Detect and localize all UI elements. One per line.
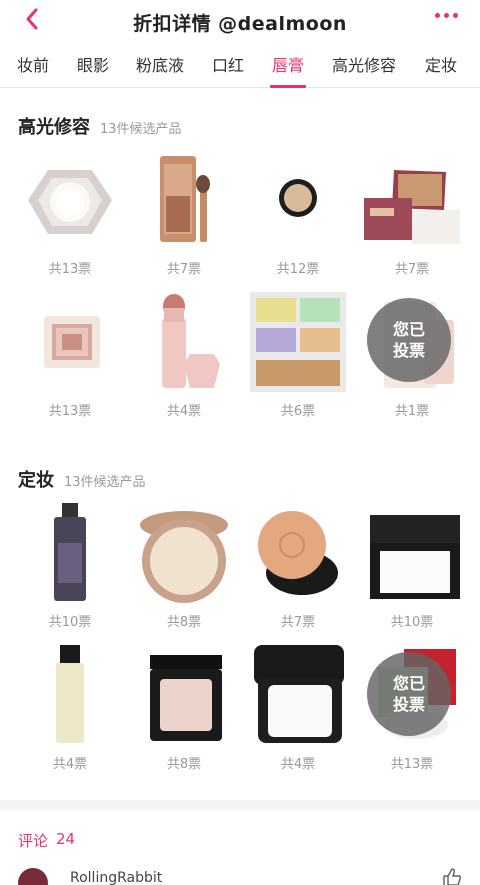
voted-badge: 您已投票 (367, 652, 451, 736)
vote-count: 共13票 (48, 262, 92, 277)
voted-badge-label: 您已投票 (392, 320, 425, 360)
product-card[interactable]: 共4票 (10, 645, 130, 775)
bobbi-compact-icon (136, 645, 232, 745)
vote-count: 共1票 (394, 404, 430, 419)
product-card[interactable]: 共8票 (124, 645, 244, 775)
thumbs-up-icon[interactable] (442, 868, 462, 885)
comments-label: 评论 (18, 832, 49, 850)
vote-count: 共12票 (276, 262, 320, 277)
mufe-compact-icon (250, 645, 346, 745)
product-card[interactable]: 共7票 (352, 150, 472, 280)
tab-eyeshadow[interactable]: 眼影 (77, 44, 109, 88)
product-card[interactable]: 共4票 (124, 292, 244, 422)
section-title: 高光修容 (18, 117, 90, 138)
voted-badge: 您已投票 (367, 298, 451, 382)
product-card[interactable]: 共7票 (238, 503, 358, 633)
vote-count: 共8票 (166, 615, 202, 630)
comments-count: 24 (56, 830, 76, 848)
product-card[interactable]: 共10票 (10, 503, 130, 633)
section-count: 13件候选产品 (64, 475, 146, 490)
tab-highlight-contour[interactable]: 高光修容 (332, 44, 396, 88)
comments-header: 评论 24 (18, 830, 75, 851)
nars-powder-icon (364, 503, 460, 603)
vote-count: 共10票 (48, 615, 92, 630)
product-card[interactable]: 共8票 (124, 503, 244, 633)
comment-item: RollingRabbit (18, 866, 468, 885)
setting-spray-icon (22, 503, 118, 603)
product-card[interactable]: 共6票 (238, 292, 358, 422)
vote-count: 共4票 (52, 757, 88, 772)
vote-count: 共10票 (390, 615, 434, 630)
product-card[interactable]: 共13票 (10, 292, 130, 422)
vote-count: 共7票 (394, 262, 430, 277)
vote-count: 共8票 (166, 757, 202, 772)
section-divider (0, 800, 480, 810)
product-card[interactable]: 共7票 (124, 150, 244, 280)
product-card[interactable]: 共4票 (238, 645, 358, 775)
section-header-setting: 定妆 13件候选产品 (18, 466, 146, 492)
section-header-highlight: 高光修容 13件候选产品 (18, 113, 182, 139)
vote-count: 共4票 (166, 404, 202, 419)
tab-primer[interactable]: 妆前 (17, 44, 49, 88)
product-card[interactable]: 共10票 (352, 503, 472, 633)
armani-cushion-icon (250, 503, 346, 603)
chevron-left-icon (26, 8, 38, 30)
avatar[interactable] (18, 868, 48, 885)
nyx-palette-icon (250, 292, 346, 392)
tab-setting[interactable]: 定妆 (425, 44, 457, 88)
tab-lipstick[interactable]: 口红 (212, 44, 244, 88)
category-tabs: 妆前 眼影 粉底液 口红 唇膏 高光修容 定妆 (0, 44, 480, 88)
header-bar: 折扣详情 @dealmoon (0, 0, 480, 44)
hoola-bronzer-icon (364, 150, 460, 250)
fenty-stick-icon (136, 292, 232, 392)
mac-powder-icon (250, 150, 346, 250)
bobbi-highlight-icon (22, 292, 118, 392)
product-card[interactable]: 共13票 (10, 150, 130, 280)
product-card[interactable]: 共12票 (238, 150, 358, 280)
tab-foundation[interactable]: 粉底液 (136, 44, 184, 88)
vote-count: 共7票 (166, 262, 202, 277)
vote-count: 共6票 (280, 404, 316, 419)
voted-badge-label: 您已投票 (392, 674, 425, 714)
more-options-icon[interactable] (435, 13, 458, 18)
vote-count: 共4票 (280, 757, 316, 772)
vote-count: 共7票 (280, 615, 316, 630)
tab-lip-balm[interactable]: 唇膏 (269, 44, 307, 88)
page-title: 折扣详情 @dealmoon (133, 12, 347, 35)
back-button[interactable] (18, 4, 46, 34)
vote-count: 共13票 (48, 404, 92, 419)
vote-count: 共13票 (390, 757, 434, 772)
section-title: 定妆 (18, 470, 54, 491)
comment-username[interactable]: RollingRabbit (70, 870, 162, 885)
highlighter-compact-icon (22, 150, 118, 250)
tilbury-powder-icon (136, 503, 232, 603)
contour-palette-icon (136, 150, 232, 250)
section-count: 13件候选产品 (100, 122, 182, 137)
mac-fix-spray-icon (22, 645, 118, 745)
